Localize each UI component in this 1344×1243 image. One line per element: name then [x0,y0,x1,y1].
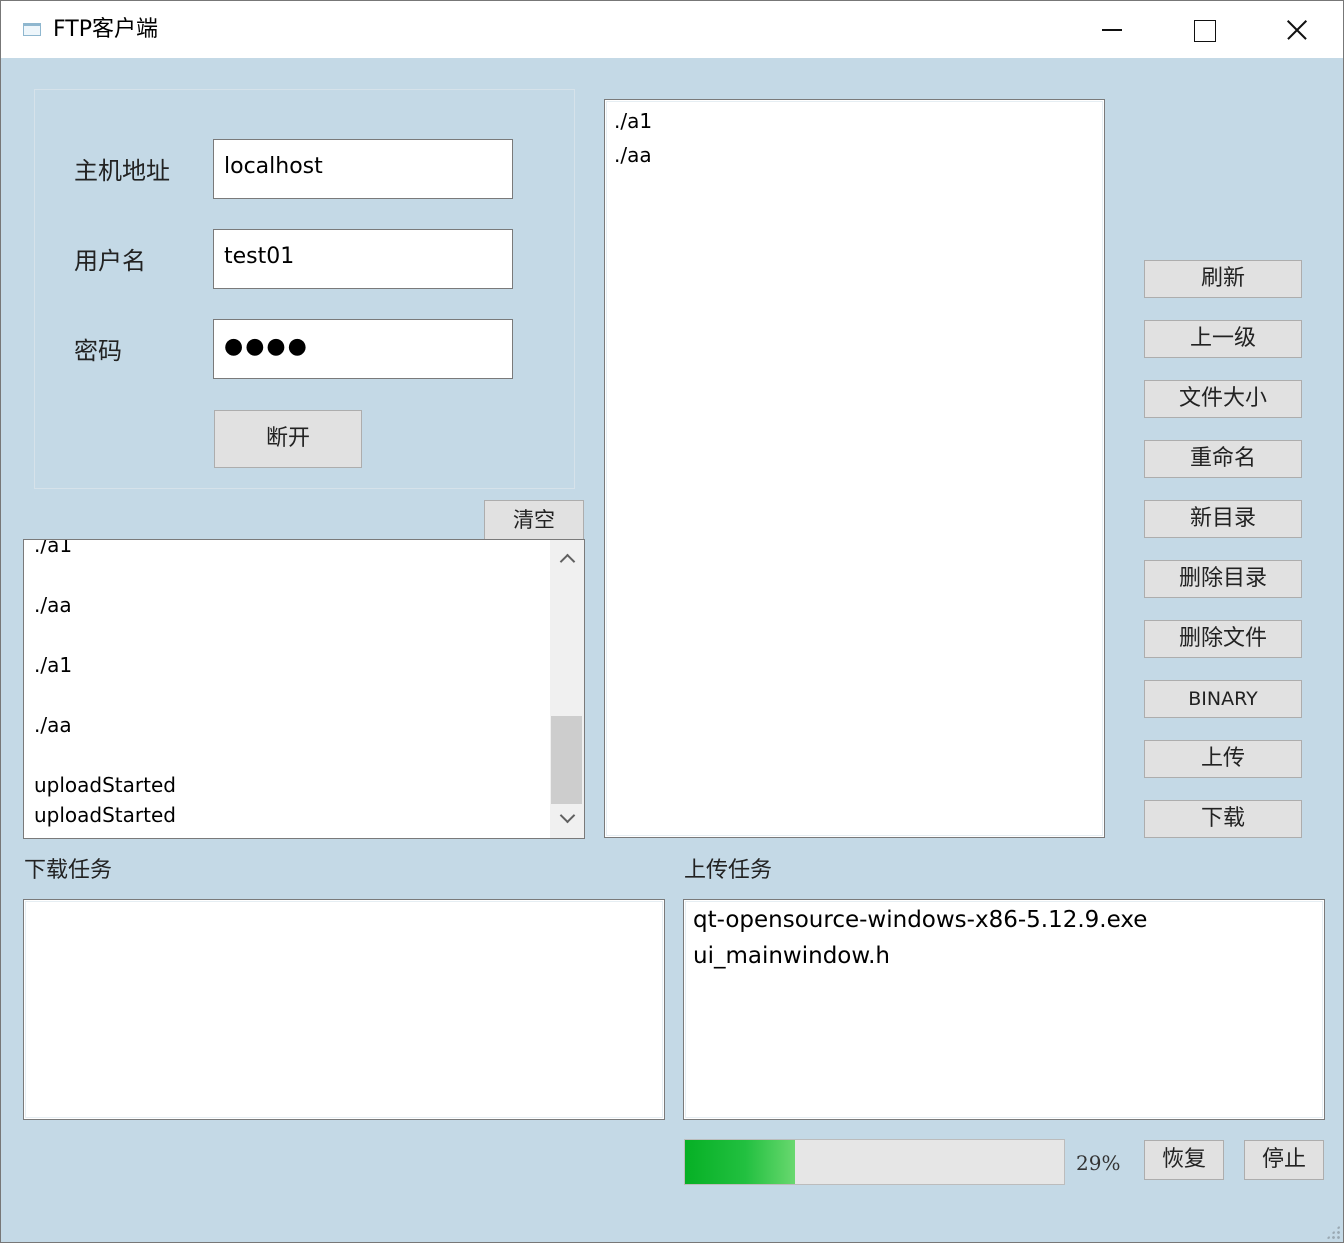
progress-percent: 29% [1076,1151,1121,1175]
username-label: 用户名 [74,247,146,275]
refresh-button[interactable]: 刷新 [1144,260,1302,298]
upload-task-item[interactable]: ui_mainwindow.h [693,939,890,973]
host-label: 主机地址 [74,157,170,185]
log-line: uploadStarted [34,803,176,827]
title-bar[interactable]: FTP客户端 [1,1,1343,58]
remote-file-item[interactable]: ./aa [614,141,652,169]
scroll-down-arrow-icon[interactable] [550,802,584,838]
maximize-button[interactable] [1157,1,1249,58]
remote-file-list[interactable]: ./a1 ./aa [604,99,1105,838]
log-line: ./a1 [34,653,73,677]
rename-button[interactable]: 重命名 [1144,440,1302,478]
download-task-list[interactable] [23,899,665,1120]
window-title: FTP客户端 [53,17,158,42]
download-tasks-label: 下载任务 [24,858,113,883]
new-dir-button[interactable]: 新目录 [1144,500,1302,538]
main-window: FTP客户端 主机地址 localhost 用户名 test01 密码 ●●●●… [0,0,1344,1243]
resume-button[interactable]: 恢复 [1144,1140,1224,1180]
upload-task-item[interactable]: qt-opensource-windows-x86-5.12.9.exe [693,903,1147,937]
scroll-thumb[interactable] [551,716,582,804]
log-scrollbar[interactable] [550,540,584,838]
log-line: ./aa [34,593,72,617]
close-button[interactable] [1249,1,1341,58]
delete-file-button[interactable]: 删除文件 [1144,620,1302,658]
binary-button[interactable]: BINARY [1144,680,1302,718]
clear-log-button[interactable]: 清空 [484,500,584,540]
disconnect-button[interactable]: 断开 [214,410,362,468]
password-label: 密码 [74,337,122,365]
username-input[interactable]: test01 [213,229,513,289]
host-input[interactable]: localhost [213,139,513,199]
log-output[interactable]: ./a1 ./aa ./a1 ./aa uploadStarted upload… [23,539,585,839]
remote-file-item[interactable]: ./a1 [614,107,652,135]
file-size-button[interactable]: 文件大小 [1144,380,1302,418]
scroll-up-arrow-icon[interactable] [550,540,584,576]
upload-progress-bar [684,1139,1065,1185]
upload-tasks-label: 上传任务 [684,858,773,883]
folder-icon [23,23,41,36]
parent-dir-button[interactable]: 上一级 [1144,320,1302,358]
minimize-button[interactable] [1065,1,1157,58]
delete-dir-button[interactable]: 删除目录 [1144,560,1302,598]
resize-grip-icon[interactable] [1326,1225,1340,1239]
progress-fill [685,1140,795,1184]
upload-task-list[interactable]: qt-opensource-windows-x86-5.12.9.exe ui_… [683,899,1325,1120]
log-line: ./a1 [34,539,73,557]
log-line: uploadStarted [34,773,176,797]
download-button[interactable]: 下载 [1144,800,1302,838]
stop-button[interactable]: 停止 [1244,1140,1324,1180]
password-input[interactable]: ●●●● [213,319,513,379]
upload-button[interactable]: 上传 [1144,740,1302,778]
log-line: ./aa [34,713,72,737]
